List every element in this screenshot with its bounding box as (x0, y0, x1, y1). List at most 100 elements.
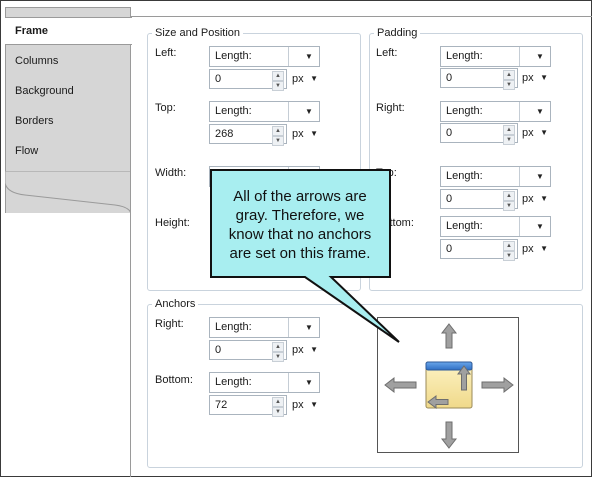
nav-item-frame[interactable]: Frame (5, 17, 132, 45)
chevron-down-icon: ▼ (540, 128, 548, 137)
chevron-down-icon: ▼ (536, 222, 544, 231)
anchor-right-label: Right: (155, 318, 184, 330)
anchor-bottom-spinner[interactable]: ▲ ▼ (272, 397, 284, 417)
anchor-right-unit-select[interactable]: px ▼ (288, 340, 320, 360)
padding-top-input[interactable]: 0 ▲ ▼ (440, 189, 518, 211)
anchor-top-arrow-icon[interactable] (440, 323, 458, 349)
padding-right-value: 0 (446, 127, 453, 139)
anchor-right-value: 0 (215, 344, 222, 356)
padding-right-spinner[interactable]: ▲ ▼ (503, 125, 515, 145)
padding-top-unit-select[interactable]: px ▼ (518, 189, 550, 209)
anchor-bottom-unit-select[interactable]: px ▼ (288, 395, 320, 415)
chevron-down-icon: ▼ (310, 400, 318, 409)
padding-right-mode-select[interactable]: Length: ▼ (440, 101, 551, 122)
padding-bottom-input[interactable]: 0 ▲ ▼ (440, 239, 518, 261)
top-unit-select[interactable]: px ▼ (288, 124, 320, 144)
callout-text: All of the arrows are gray. Therefore, w… (228, 188, 372, 262)
left-label: Left: (155, 47, 177, 59)
padding-right-label: Right: (376, 102, 405, 114)
left-mode-value: Length: (215, 50, 252, 62)
top-value-input[interactable]: 268 ▲ ▼ (209, 124, 287, 146)
chevron-down-icon: ▼ (305, 172, 313, 181)
padding-bottom-value: 0 (446, 243, 453, 255)
padding-bottom-unit-select[interactable]: px ▼ (518, 239, 550, 259)
top-value: 268 (215, 128, 234, 140)
chevron-down-icon: ▼ (305, 52, 313, 61)
padding-left-unit: px (522, 72, 534, 84)
size-position-title: Size and Position (152, 27, 243, 39)
padding-top-label: Top: (376, 167, 397, 179)
anchor-bottom-unit: px (292, 399, 304, 411)
anchor-diagram (384, 323, 514, 449)
left-unit-select[interactable]: px ▼ (288, 69, 320, 89)
padding-bottom-mode-select[interactable]: Length: ▼ (440, 216, 551, 237)
padding-left-value: 0 (446, 72, 453, 84)
chevron-down-icon: ▼ (540, 244, 548, 253)
left-spinner[interactable]: ▲ ▼ (272, 71, 284, 91)
anchor-bottom-value: 72 (215, 399, 228, 411)
anchor-right-spinner[interactable]: ▲ ▼ (272, 342, 284, 362)
padding-left-label: Left: (376, 47, 398, 59)
anchor-right-mode-value: Length: (215, 321, 252, 333)
chevron-down-icon: ▼ (536, 52, 544, 61)
chevron-down-icon: ▼ (310, 74, 318, 83)
anchor-bottom-input[interactable]: 72 ▲ ▼ (209, 395, 287, 417)
anchor-bottom-label: Bottom: (155, 374, 193, 386)
anchor-widget (377, 317, 519, 453)
chevron-down-icon: ▼ (310, 345, 318, 354)
chevron-down-icon: ▼ (536, 172, 544, 181)
padding-left-mode-value: Length: (446, 50, 483, 62)
padding-bottom-unit: px (522, 243, 534, 255)
anchor-bottom-mode-select[interactable]: Length: ▼ (209, 372, 320, 393)
content-top-border (131, 16, 592, 17)
anchor-right-input[interactable]: 0 ▲ ▼ (209, 340, 287, 362)
padding-top-value: 0 (446, 193, 453, 205)
padding-right-input[interactable]: 0 ▲ ▼ (440, 123, 518, 145)
width-label: Width: (155, 167, 187, 179)
anchor-right-mode-select[interactable]: Length: ▼ (209, 317, 320, 338)
nav-item-columns[interactable]: Columns (11, 50, 58, 72)
left-value-input[interactable]: 0 ▲ ▼ (209, 69, 287, 91)
left-value: 0 (215, 73, 222, 85)
padding-left-input[interactable]: 0 ▲ ▼ (440, 68, 518, 90)
padding-right-mode-value: Length: (446, 105, 483, 117)
padding-left-spinner[interactable]: ▲ ▼ (503, 70, 515, 90)
chevron-down-icon: ▼ (540, 73, 548, 82)
chevron-down-icon: ▼ (540, 194, 548, 203)
chevron-down-icon: ▼ (305, 323, 313, 332)
left-mode-select[interactable]: Length: ▼ (209, 46, 320, 67)
nav-item-flow[interactable]: Flow (11, 140, 38, 162)
padding-right-unit-select[interactable]: px ▼ (518, 123, 550, 143)
anchor-bottom-mode-value: Length: (215, 376, 252, 388)
top-spinner[interactable]: ▲ ▼ (272, 126, 284, 146)
padding-bottom-spinner[interactable]: ▲ ▼ (503, 241, 515, 261)
padding-top-mode-value: Length: (446, 170, 483, 182)
nav-item-background[interactable]: Background (11, 80, 74, 102)
padding-top-spinner[interactable]: ▲ ▼ (503, 191, 515, 211)
anchor-bottom-arrow-icon[interactable] (440, 421, 458, 449)
top-unit: px (292, 128, 304, 140)
padding-right-unit: px (522, 127, 534, 139)
anchors-title: Anchors (152, 298, 199, 310)
padding-top-mode-select[interactable]: Length: ▼ (440, 166, 551, 187)
top-label: Top: (155, 102, 176, 114)
top-mode-select[interactable]: Length: ▼ (209, 101, 320, 122)
nav-panel-tail (5, 171, 131, 215)
dialog-frame: Frame Columns Background Borders Flow Si… (0, 0, 592, 477)
nav-item-borders[interactable]: Borders (11, 110, 54, 132)
chevron-down-icon: ▼ (305, 378, 313, 387)
anchor-right-unit: px (292, 344, 304, 356)
padding-title: Padding (374, 27, 421, 39)
chevron-down-icon: ▼ (310, 129, 318, 138)
anchor-left-arrow-icon[interactable] (384, 376, 417, 394)
padding-top-unit: px (522, 193, 534, 205)
width-mode-select[interactable]: ▼ (209, 166, 320, 187)
padding-left-mode-select[interactable]: Length: ▼ (440, 46, 551, 67)
anchor-right-arrow-icon[interactable] (481, 376, 514, 394)
chevron-down-icon: ▼ (536, 107, 544, 116)
padding-left-unit-select[interactable]: px ▼ (518, 68, 550, 88)
padding-bottom-mode-value: Length: (446, 220, 483, 232)
content-left-border (130, 45, 131, 477)
left-unit: px (292, 73, 304, 85)
height-label: Height: (155, 217, 190, 229)
